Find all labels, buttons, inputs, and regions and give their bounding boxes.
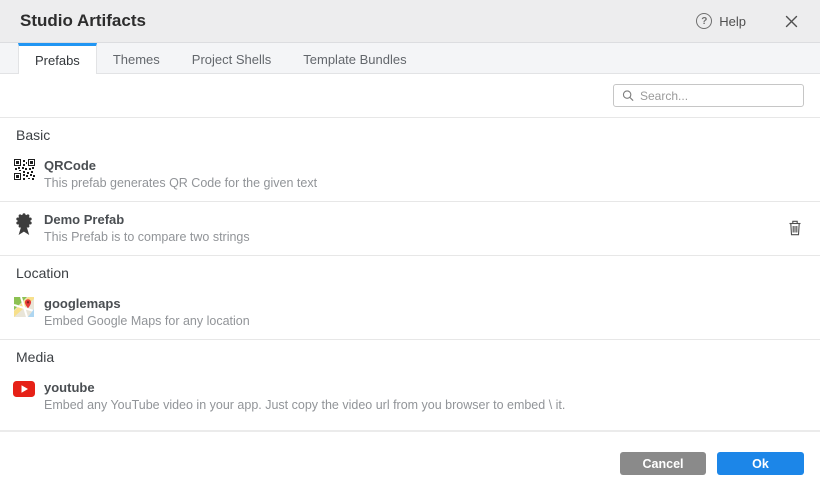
item-title: QRCode <box>44 158 317 173</box>
tab-bar: Prefabs Themes Project Shells Template B… <box>0 43 820 74</box>
youtube-icon <box>12 381 36 397</box>
section-header-basic: Basic <box>0 118 820 148</box>
ok-button[interactable]: Ok <box>717 452 804 475</box>
prefabs-panel: Basic <box>0 74 820 430</box>
ribbon-icon <box>12 213 36 237</box>
googlemaps-icon <box>12 297 36 317</box>
tab-template-bundles[interactable]: Template Bundles <box>287 43 422 73</box>
page-title: Studio Artifacts <box>20 11 146 31</box>
item-description: Embed Google Maps for any location <box>44 314 250 328</box>
trash-icon <box>788 220 802 236</box>
list-item-demo-prefab[interactable]: Demo Prefab This Prefab is to compare tw… <box>0 202 820 256</box>
help-icon: ? <box>696 13 712 29</box>
item-text: QRCode This prefab generates QR Code for… <box>44 158 317 190</box>
item-title: googlemaps <box>44 296 250 311</box>
tab-prefabs[interactable]: Prefabs <box>18 43 97 74</box>
delete-prefab-button[interactable] <box>786 218 804 238</box>
list-item-youtube[interactable]: youtube Embed any YouTube video in your … <box>0 370 820 423</box>
tab-project-shells[interactable]: Project Shells <box>176 43 287 73</box>
search-row <box>0 74 820 118</box>
cancel-button[interactable]: Cancel <box>620 452 706 475</box>
tab-themes[interactable]: Themes <box>97 43 176 73</box>
list-item-qrcode[interactable]: QRCode This prefab generates QR Code for… <box>0 148 820 202</box>
item-text: googlemaps Embed Google Maps for any loc… <box>44 296 250 328</box>
header-actions: ? Help <box>696 12 800 30</box>
search-icon <box>622 89 634 102</box>
item-description: Embed any YouTube video in your app. Jus… <box>44 398 565 412</box>
section-header-media: Media <box>0 340 820 370</box>
search-box <box>613 84 804 107</box>
dialog-header: Studio Artifacts ? Help <box>0 0 820 43</box>
dialog-footer: Cancel Ok <box>0 430 820 488</box>
item-title: Demo Prefab <box>44 212 250 227</box>
item-text: youtube Embed any YouTube video in your … <box>44 380 565 412</box>
close-icon[interactable] <box>782 12 800 30</box>
help-label: Help <box>719 14 746 29</box>
item-description: This prefab generates QR Code for the gi… <box>44 176 317 190</box>
item-description: This Prefab is to compare two strings <box>44 230 250 244</box>
studio-artifacts-dialog: Studio Artifacts ? Help Prefabs Themes P… <box>0 0 820 488</box>
item-text: Demo Prefab This Prefab is to compare tw… <box>44 212 250 244</box>
search-input[interactable] <box>640 89 795 103</box>
list-item-googlemaps[interactable]: googlemaps Embed Google Maps for any loc… <box>0 286 820 340</box>
qrcode-icon <box>12 159 36 180</box>
item-title: youtube <box>44 380 565 395</box>
help-button[interactable]: ? Help <box>696 13 746 29</box>
section-header-location: Location <box>0 256 820 286</box>
